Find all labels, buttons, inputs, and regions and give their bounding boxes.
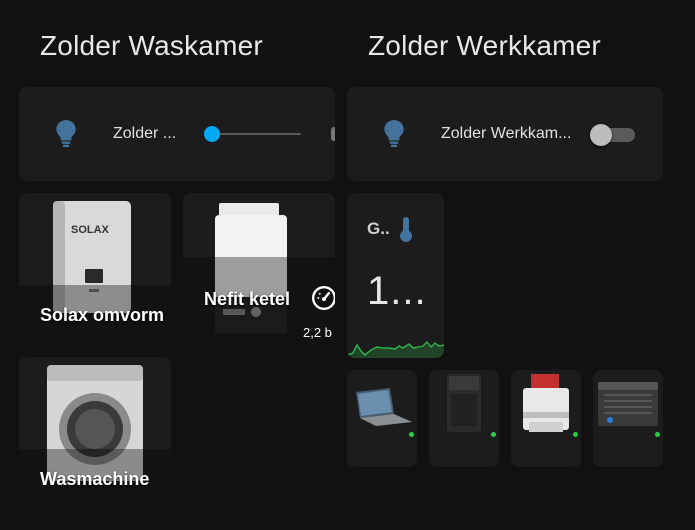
desktop-tower-icon: [447, 374, 481, 432]
gauge-icon[interactable]: [311, 285, 335, 311]
status-dot-nas: [655, 432, 660, 437]
lightbulb-icon[interactable]: [381, 119, 407, 149]
solax-picture-card[interactable]: SOLAX Solax omvorm: [19, 193, 171, 345]
printer-icon: [523, 374, 569, 432]
brightness-slider-track[interactable]: [211, 133, 301, 135]
wasmachine-label: Wasmachine: [40, 469, 150, 489]
device-nas-card[interactable]: [593, 370, 663, 467]
brightness-slider-thumb[interactable]: [204, 126, 220, 142]
status-dot-printer: [573, 432, 578, 437]
svg-text:SOLAX: SOLAX: [71, 224, 110, 236]
section-title-werkkamer: Zolder Werkkamer: [368, 30, 601, 61]
nas-icon: [598, 382, 658, 426]
temperature-sensor-card[interactable]: G.. 1...: [347, 193, 444, 358]
device-printer-card[interactable]: [511, 370, 581, 467]
wasmachine-picture-card[interactable]: Wasmachine: [19, 357, 171, 509]
werkkamer-light-label[interactable]: Zolder Werkkam...: [441, 125, 571, 143]
status-dot-desktop: [491, 432, 496, 437]
werkkamer-toggle-thumb[interactable]: [590, 124, 612, 146]
device-laptop-card[interactable]: [347, 370, 417, 467]
waskamer-light-card: Zolder ...: [19, 87, 335, 181]
sensor-history-graph: [347, 340, 444, 358]
thermometer-icon: [400, 217, 412, 242]
solax-label: Solax omvorm: [40, 305, 165, 325]
nefit-pressure-value: 2,2 b: [303, 325, 332, 340]
slider-overflow-edge: [331, 127, 335, 141]
nefit-picture-card[interactable]: Nefit ketel 2,2 b: [183, 193, 335, 345]
section-title-waskamer: Zolder Waskamer: [40, 30, 263, 61]
sensor-value: 1...: [367, 269, 427, 313]
status-dot-laptop: [409, 432, 414, 437]
lightbulb-icon[interactable]: [53, 119, 79, 149]
laptop-icon: [356, 388, 412, 426]
nefit-label: Nefit ketel: [204, 289, 291, 309]
werkkamer-light-card: Zolder Werkkam...: [347, 87, 663, 181]
waskamer-light-label[interactable]: Zolder ...: [113, 125, 176, 143]
device-desktop-card[interactable]: [429, 370, 499, 467]
sensor-name: G..: [367, 219, 390, 238]
